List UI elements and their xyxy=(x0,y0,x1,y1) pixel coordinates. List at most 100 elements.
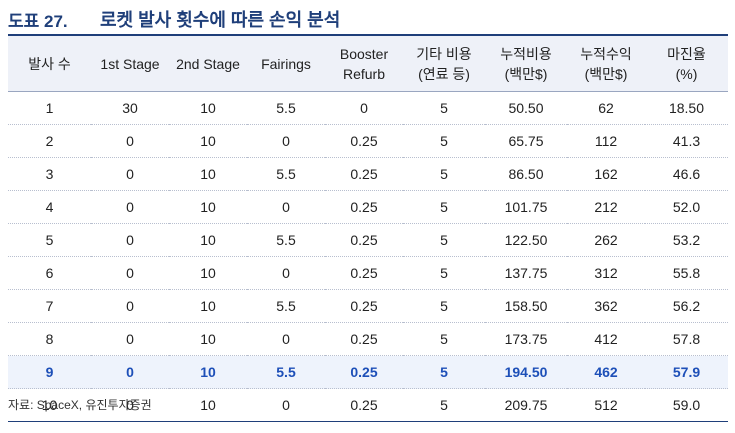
cell-margin: 59.0 xyxy=(645,388,728,422)
table-row: 6 0 10 0 0.25 5 137.75 312 55.8 xyxy=(8,256,728,290)
cell-cumulative-cost: 122.50 xyxy=(485,223,567,257)
header-row: 발사 수 1st Stage 2nd Stage Fairings Booste… xyxy=(8,36,728,92)
header-cumulative-revenue: 누적수익 (백만$) xyxy=(567,36,645,92)
cell-fairings: 0 xyxy=(247,388,325,422)
source-note: 자료: SpaceX, 유진투자증권 xyxy=(8,398,152,412)
cell-1st-stage: 0 xyxy=(91,190,169,224)
cell-fairings: 5.5 xyxy=(247,223,325,257)
cell-margin: 53.2 xyxy=(645,223,728,257)
cell-2nd-stage: 10 xyxy=(169,223,247,257)
table-row: 8 0 10 0 0.25 5 173.75 412 57.8 xyxy=(8,322,728,356)
cell-1st-stage: 0 xyxy=(91,322,169,356)
header-2nd-stage: 2nd Stage xyxy=(169,36,247,92)
cell-1st-stage: 0 xyxy=(91,157,169,191)
cell-cumulative-cost: 101.75 xyxy=(485,190,567,224)
cell-booster-refurb: 0.25 xyxy=(325,289,403,323)
cell-other-cost: 5 xyxy=(403,124,485,158)
cell-margin: 46.6 xyxy=(645,157,728,191)
cell-1st-stage: 0 xyxy=(91,289,169,323)
cell-launch-count: 3 xyxy=(8,157,91,191)
cell-cumulative-cost: 65.75 xyxy=(485,124,567,158)
header-launch-count: 발사 수 xyxy=(8,36,91,92)
cell-cumulative-revenue: 162 xyxy=(567,157,645,191)
header-booster-refurb: Booster Refurb xyxy=(325,36,403,92)
cell-fairings: 5.5 xyxy=(247,355,325,389)
cell-launch-count: 4 xyxy=(8,190,91,224)
table-row: 2 0 10 0 0.25 5 65.75 112 41.3 xyxy=(8,124,728,158)
launch-pnl-table: 발사 수 1st Stage 2nd Stage Fairings Booste… xyxy=(8,36,728,422)
cell-launch-count: 1 xyxy=(8,91,91,125)
table-row: 3 0 10 5.5 0.25 5 86.50 162 46.6 xyxy=(8,157,728,191)
cell-1st-stage: 30 xyxy=(91,91,169,125)
cell-other-cost: 5 xyxy=(403,322,485,356)
cell-other-cost: 5 xyxy=(403,223,485,257)
cell-2nd-stage: 10 xyxy=(169,124,247,158)
cell-cumulative-revenue: 412 xyxy=(567,322,645,356)
cell-booster-refurb: 0.25 xyxy=(325,388,403,422)
cell-booster-refurb: 0.25 xyxy=(325,223,403,257)
cell-cumulative-revenue: 112 xyxy=(567,124,645,158)
cell-booster-refurb: 0 xyxy=(325,91,403,125)
cell-cumulative-cost: 173.75 xyxy=(485,322,567,356)
cell-booster-refurb: 0.25 xyxy=(325,124,403,158)
cell-2nd-stage: 10 xyxy=(169,322,247,356)
header-other-cost: 기타 비용 (연료 등) xyxy=(403,36,485,92)
header-fairings: Fairings xyxy=(247,36,325,92)
cell-cumulative-revenue: 62 xyxy=(567,91,645,125)
cell-launch-count: 6 xyxy=(8,256,91,290)
cell-2nd-stage: 10 xyxy=(169,190,247,224)
cell-cumulative-revenue: 262 xyxy=(567,223,645,257)
cell-booster-refurb: 0.25 xyxy=(325,322,403,356)
cell-1st-stage: 0 xyxy=(91,223,169,257)
cell-1st-stage: 0 xyxy=(91,256,169,290)
table-row: 1 30 10 5.5 0 5 50.50 62 18.50 xyxy=(8,91,728,125)
cell-1st-stage: 0 xyxy=(91,355,169,389)
cell-cumulative-cost: 137.75 xyxy=(485,256,567,290)
cell-2nd-stage: 10 xyxy=(169,91,247,125)
cell-booster-refurb: 0.25 xyxy=(325,157,403,191)
cell-fairings: 0 xyxy=(247,322,325,356)
cell-launch-count: 5 xyxy=(8,223,91,257)
table-row: 5 0 10 5.5 0.25 5 122.50 262 53.2 xyxy=(8,223,728,257)
header-1st-stage: 1st Stage xyxy=(91,36,169,92)
table-body: 1 30 10 5.5 0 5 50.50 62 18.50 2 0 10 0 0.25 5 65.75 112… xyxy=(8,91,728,422)
cell-fairings: 5.5 xyxy=(247,157,325,191)
cell-cumulative-revenue: 312 xyxy=(567,256,645,290)
cell-margin: 55.8 xyxy=(645,256,728,290)
cell-cumulative-cost: 86.50 xyxy=(485,157,567,191)
cell-launch-count: 7 xyxy=(8,289,91,323)
header-margin: 마진율 (%) xyxy=(645,36,728,92)
cell-cumulative-cost: 158.50 xyxy=(485,289,567,323)
cell-booster-refurb: 0.25 xyxy=(325,355,403,389)
cell-cumulative-revenue: 512 xyxy=(567,388,645,422)
cell-booster-refurb: 0.25 xyxy=(325,256,403,290)
cell-2nd-stage: 10 xyxy=(169,355,247,389)
figure-number: 도표 27. xyxy=(8,11,68,31)
cell-cumulative-revenue: 212 xyxy=(567,190,645,224)
cell-other-cost: 5 xyxy=(403,157,485,191)
cell-other-cost: 5 xyxy=(403,91,485,125)
table-row: 4 0 10 0 0.25 5 101.75 212 52.0 xyxy=(8,190,728,224)
cell-fairings: 5.5 xyxy=(247,91,325,125)
cell-2nd-stage: 10 xyxy=(169,256,247,290)
table-row: 9 0 10 5.5 0.25 5 194.50 462 57.9 xyxy=(8,355,728,389)
cell-other-cost: 5 xyxy=(403,388,485,422)
cell-launch-count: 2 xyxy=(8,124,91,158)
cell-cumulative-cost: 50.50 xyxy=(485,91,567,125)
cell-other-cost: 5 xyxy=(403,190,485,224)
cell-other-cost: 5 xyxy=(403,289,485,323)
cell-2nd-stage: 10 xyxy=(169,388,247,422)
figure-title: 로켓 발사 횟수에 따른 손익 분석 xyxy=(100,10,341,30)
cell-fairings: 0 xyxy=(247,256,325,290)
cell-launch-count: 8 xyxy=(8,322,91,356)
cell-booster-refurb: 0.25 xyxy=(325,190,403,224)
cell-margin: 57.8 xyxy=(645,322,728,356)
cell-margin: 41.3 xyxy=(645,124,728,158)
cell-margin: 56.2 xyxy=(645,289,728,323)
cell-other-cost: 5 xyxy=(403,355,485,389)
cell-2nd-stage: 10 xyxy=(169,157,247,191)
cell-2nd-stage: 10 xyxy=(169,289,247,323)
cell-cumulative-revenue: 462 xyxy=(567,355,645,389)
cell-1st-stage: 0 xyxy=(91,124,169,158)
cell-fairings: 0 xyxy=(247,124,325,158)
